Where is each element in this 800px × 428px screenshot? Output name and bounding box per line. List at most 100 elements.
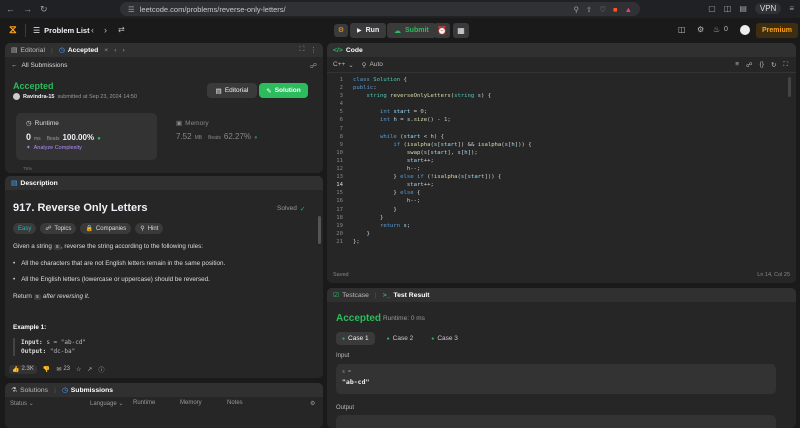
tab-description[interactable]: ▤ Description xyxy=(11,179,58,188)
submit-button[interactable]: ☁ Submit xyxy=(387,23,436,38)
code-line[interactable]: 10 swap(s[start], s[h]); xyxy=(327,149,796,157)
chevron-right-icon[interactable]: › xyxy=(123,47,125,54)
code-line[interactable]: 2 public: xyxy=(327,84,796,92)
code-line[interactable]: 7 xyxy=(327,125,796,133)
tab-testcase[interactable]: ☑ Testcase xyxy=(333,291,369,300)
problem-list-button[interactable]: ☰ Problem List xyxy=(33,26,90,35)
prev-problem-icon[interactable]: ‹ xyxy=(91,25,94,35)
companies-tag[interactable]: 🔒 Companies xyxy=(80,223,132,234)
timer-icon[interactable]: ⏰ xyxy=(434,23,450,38)
code-line[interactable]: 12 h--; xyxy=(327,165,796,173)
site-info-icon[interactable]: ☰ xyxy=(128,5,135,14)
run-button[interactable]: ▶ Run xyxy=(350,23,387,38)
bookmark-icon[interactable]: ♡ xyxy=(599,5,606,14)
thumbs-down-icon[interactable]: 👎 xyxy=(43,366,50,373)
copy-link-icon[interactable]: ☍ xyxy=(310,62,317,70)
tab-editorial[interactable]: ▤ Editorial xyxy=(11,46,45,55)
topics-tag[interactable]: ☍ Topics xyxy=(40,223,77,234)
code-line[interactable]: 16 h--; xyxy=(327,197,796,205)
tab-submissions[interactable]: ◷ Submissions xyxy=(62,386,113,395)
search-icon[interactable]: ⚲ xyxy=(574,5,580,14)
reset-icon[interactable]: ↻ xyxy=(771,61,776,69)
code-line[interactable]: 17 } xyxy=(327,206,796,214)
shuffle-icon[interactable]: ⇄ xyxy=(118,25,125,34)
vpn-button[interactable]: VPN xyxy=(754,3,782,14)
layout-icon[interactable]: ◫ xyxy=(678,25,686,34)
hint-tag[interactable]: ⚲ Hint xyxy=(135,223,164,234)
leetcode-logo-icon[interactable]: ⧖ xyxy=(9,24,17,37)
code-line[interactable]: 20 } xyxy=(327,230,796,238)
settings-icon[interactable]: ⚙ xyxy=(310,400,315,407)
code-line[interactable]: 11 start++; xyxy=(327,157,796,165)
code-line[interactable]: 14 start++; xyxy=(327,181,796,189)
code-editor[interactable]: 1 class Solution {2 public: 3 string revers… xyxy=(327,76,796,271)
bookmark-icon[interactable]: ☍ xyxy=(746,61,753,69)
case-tab-1[interactable]: ● Case 1 xyxy=(336,332,375,345)
notes-icon[interactable]: ▦ xyxy=(453,23,469,38)
column-status[interactable]: Status ⌄ xyxy=(10,400,34,407)
column-language[interactable]: Language ⌄ xyxy=(90,400,123,407)
code-line[interactable]: 6 int h = s.size() - 1; xyxy=(327,116,796,124)
menu-icon[interactable]: ≡ xyxy=(789,4,794,13)
sidebar-icon[interactable]: ◫ xyxy=(724,4,732,13)
code-line[interactable]: 9 if (isalpha(s[start]) && isalpha(s[h])… xyxy=(327,141,796,149)
case-tab-2[interactable]: ● Case 2 xyxy=(381,332,420,345)
wallet-icon[interactable]: ▤ xyxy=(739,4,747,13)
analyze-complexity-link[interactable]: ✦ Analyze Complexity xyxy=(26,145,147,151)
user-avatar[interactable] xyxy=(13,93,20,100)
settings-icon[interactable]: ⚙ xyxy=(697,25,704,34)
code-line[interactable]: 21}; xyxy=(327,238,796,246)
scrollbar[interactable] xyxy=(318,216,321,244)
address-bar[interactable]: ☰ leetcode.com/problems/reverse-only-let… xyxy=(120,2,640,16)
back-icon[interactable]: ← xyxy=(6,4,15,15)
share-icon[interactable]: ⇧ xyxy=(586,5,592,14)
braces-icon[interactable]: {} xyxy=(760,61,764,69)
reload-icon[interactable]: ↻ xyxy=(40,4,48,15)
tab-code[interactable]: </> Code xyxy=(333,47,363,54)
brave-shield-icon[interactable]: ■ xyxy=(613,5,618,14)
premium-button[interactable]: Premium xyxy=(756,23,798,38)
help-icon[interactable]: ⓘ xyxy=(98,365,104,374)
difficulty-tag[interactable]: Easy xyxy=(13,223,37,234)
username[interactable]: Ravindra-15 xyxy=(23,94,55,100)
comment-button[interactable]: ✉ 23 xyxy=(56,366,70,373)
tab-solutions[interactable]: ⚗ Solutions xyxy=(11,386,48,395)
code-line[interactable]: 15 } else { xyxy=(327,189,796,197)
code-line[interactable]: 18 } xyxy=(327,214,796,222)
extensions-icon[interactable]: ▢ xyxy=(708,4,716,13)
avatar[interactable] xyxy=(740,25,750,35)
tab-accepted[interactable]: ◷ Accepted xyxy=(59,46,99,55)
code-line[interactable]: 4 xyxy=(327,100,796,108)
code-line[interactable]: 19 return s; xyxy=(327,222,796,230)
tab-test-result[interactable]: >_ Test Result xyxy=(383,292,430,299)
editorial-button[interactable]: ▤ Editorial xyxy=(207,83,257,98)
format-icon[interactable]: ≡ xyxy=(735,61,739,69)
solution-button[interactable]: ✎ Solution xyxy=(259,83,308,98)
fire-icon[interactable]: ♨ xyxy=(713,25,720,34)
language-select[interactable]: C++ ⌄ xyxy=(333,61,354,69)
case-tab-3[interactable]: ● Case 3 xyxy=(425,332,464,345)
code-line[interactable]: 13 } else if (!isalpha(s[start])) { xyxy=(327,173,796,181)
code-line[interactable]: 1 class Solution { xyxy=(327,76,796,84)
maximize-icon[interactable]: ⛶ xyxy=(299,46,304,54)
mode-toggle[interactable]: ⚲ Auto xyxy=(362,61,383,69)
debug-icon[interactable]: ⚙ xyxy=(334,24,348,37)
more-icon[interactable]: ⋮ xyxy=(310,46,317,54)
star-icon[interactable]: ☆ xyxy=(76,366,81,373)
like-button[interactable]: 👍 2.3K xyxy=(9,365,37,374)
next-problem-icon[interactable]: › xyxy=(104,25,107,35)
all-submissions-link[interactable]: ← All Submissions xyxy=(11,62,67,69)
code-line[interactable]: 3 string reverseOnlyLetters(string s) { xyxy=(327,92,796,100)
memory-card[interactable]: ▣ Memory 7.52 MB Beats 62.27% ● xyxy=(166,113,306,160)
chevron-left-icon[interactable]: ‹ xyxy=(114,47,116,54)
runtime-card[interactable]: ◷ Runtime 0 ms Beats 100.00% ● ✦ Analyze… xyxy=(16,113,157,160)
code-line[interactable]: 5 int start = 0; xyxy=(327,108,796,116)
brave-rewards-icon[interactable]: ▲ xyxy=(625,5,632,14)
close-tab-icon[interactable]: × xyxy=(104,47,108,54)
forward-icon[interactable]: → xyxy=(23,4,32,15)
problem-title[interactable]: 917. Reverse Only Letters xyxy=(13,202,148,214)
expand-icon[interactable]: ⛶ xyxy=(783,61,788,69)
editor-scrollbar[interactable] xyxy=(788,77,791,97)
code-line[interactable]: 8 while (start < h) { xyxy=(327,133,796,141)
share-icon[interactable]: ↗ xyxy=(87,366,92,373)
